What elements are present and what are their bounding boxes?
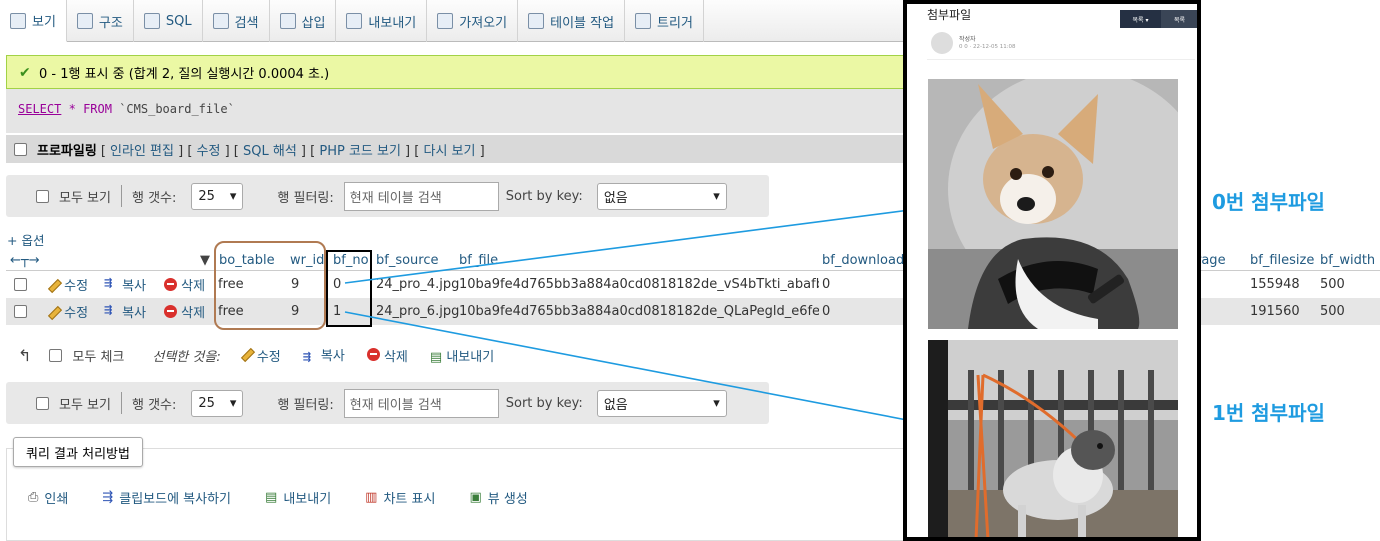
panel-title: 첨부파일: [927, 8, 972, 22]
avatar: [931, 32, 953, 54]
dog-photo-1: [928, 340, 1178, 537]
annotation-label-0: 0번 첨부파일: [1212, 190, 1325, 214]
panel-button[interactable]: 목록: [1161, 10, 1197, 28]
post-meta: 0 0 · 22-12-05 11:08: [959, 44, 1016, 50]
connector-line-1: [344, 311, 934, 426]
dog-photo-0: [928, 79, 1178, 329]
attachment-preview-panel: 첨부파일 목록 ▾ 목록 작성자 0 0 · 22-12-05 11:08: [903, 0, 1201, 541]
annotation-label-1: 1번 첨부파일: [1212, 401, 1325, 425]
panel-button[interactable]: 목록 ▾: [1120, 10, 1161, 28]
divider: [927, 59, 1195, 60]
author-name: 작성자: [959, 36, 976, 43]
connector-line-0: [344, 206, 934, 284]
